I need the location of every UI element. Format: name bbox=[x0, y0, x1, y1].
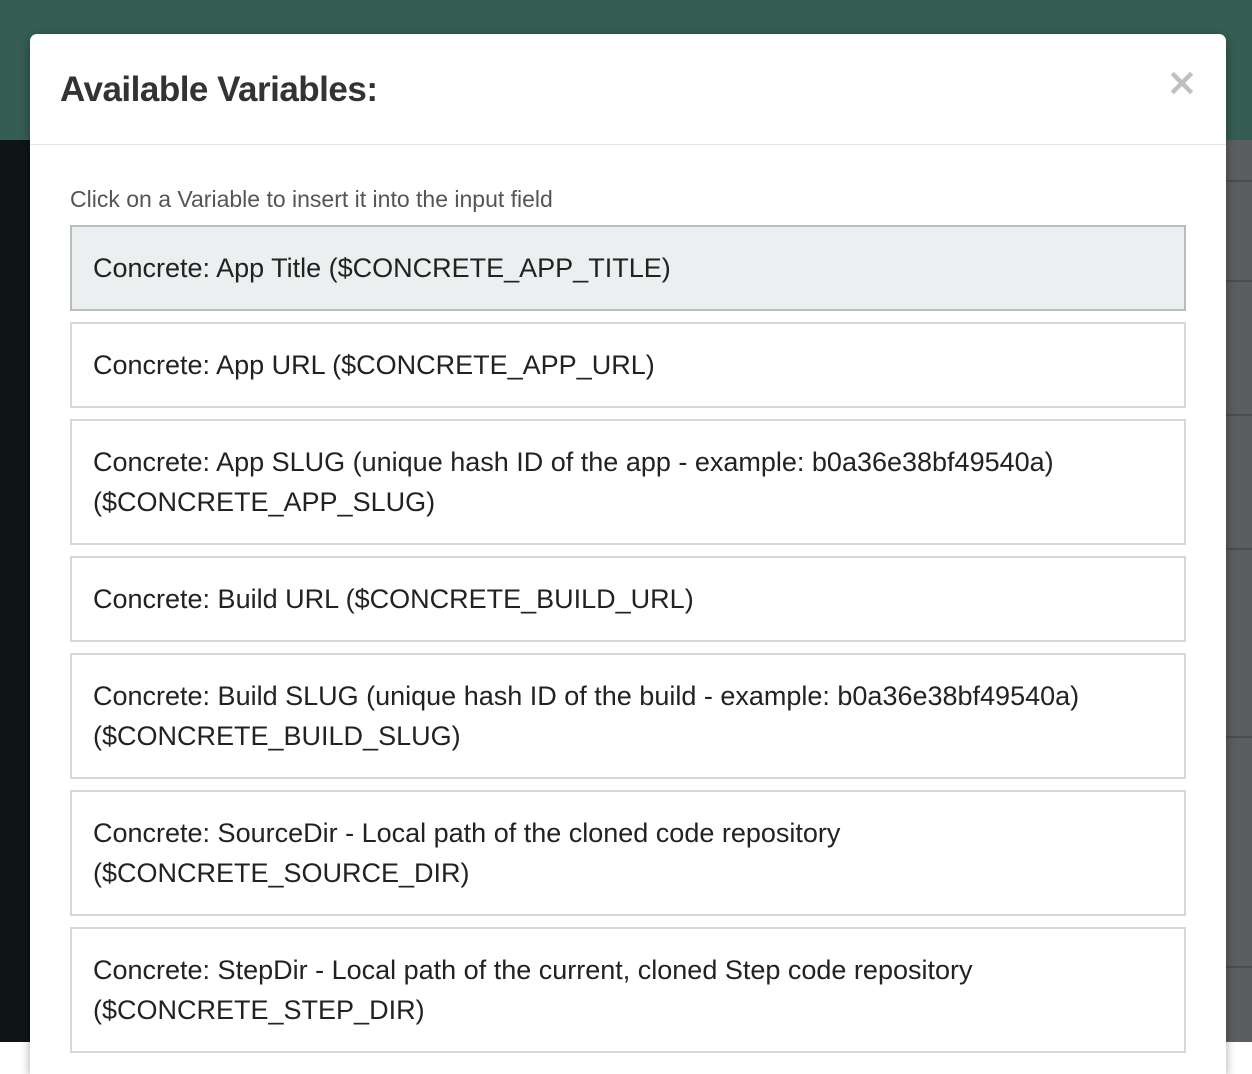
variable-item-build-slug[interactable]: Concrete: Build SLUG (unique hash ID of … bbox=[70, 653, 1186, 779]
modal-title: Available Variables: bbox=[60, 70, 378, 109]
variable-item-source-dir[interactable]: Concrete: SourceDir - Local path of the … bbox=[70, 790, 1186, 916]
variable-item-app-title[interactable]: Concrete: App Title ($CONCRETE_APP_TITLE… bbox=[70, 225, 1186, 311]
variable-item-app-url[interactable]: Concrete: App URL ($CONCRETE_APP_URL) bbox=[70, 322, 1186, 408]
backdrop-left-panel bbox=[0, 140, 30, 1042]
backdrop-right-panel bbox=[1226, 140, 1252, 1042]
variable-item-build-url[interactable]: Concrete: Build URL ($CONCRETE_BUILD_URL… bbox=[70, 556, 1186, 642]
backdrop-row-divider bbox=[1226, 548, 1252, 550]
close-button[interactable]: × bbox=[1166, 63, 1198, 101]
variable-item-step-dir[interactable]: Concrete: StepDir - Local path of the cu… bbox=[70, 927, 1186, 1053]
backdrop-row-divider bbox=[1226, 966, 1252, 968]
variable-list: Concrete: App Title ($CONCRETE_APP_TITLE… bbox=[70, 225, 1186, 1053]
backdrop-row-divider bbox=[1226, 280, 1252, 282]
backdrop-row-divider bbox=[1226, 180, 1252, 182]
modal-body: Click on a Variable to insert it into th… bbox=[30, 145, 1226, 1053]
backdrop-row-divider bbox=[1226, 736, 1252, 738]
modal-header: Available Variables: × bbox=[30, 34, 1226, 145]
backdrop-row-divider bbox=[1226, 414, 1252, 416]
variable-item-app-slug[interactable]: Concrete: App SLUG (unique hash ID of th… bbox=[70, 419, 1186, 545]
available-variables-modal: Available Variables: × Click on a Variab… bbox=[30, 34, 1226, 1074]
instructions-text: Click on a Variable to insert it into th… bbox=[70, 186, 553, 212]
